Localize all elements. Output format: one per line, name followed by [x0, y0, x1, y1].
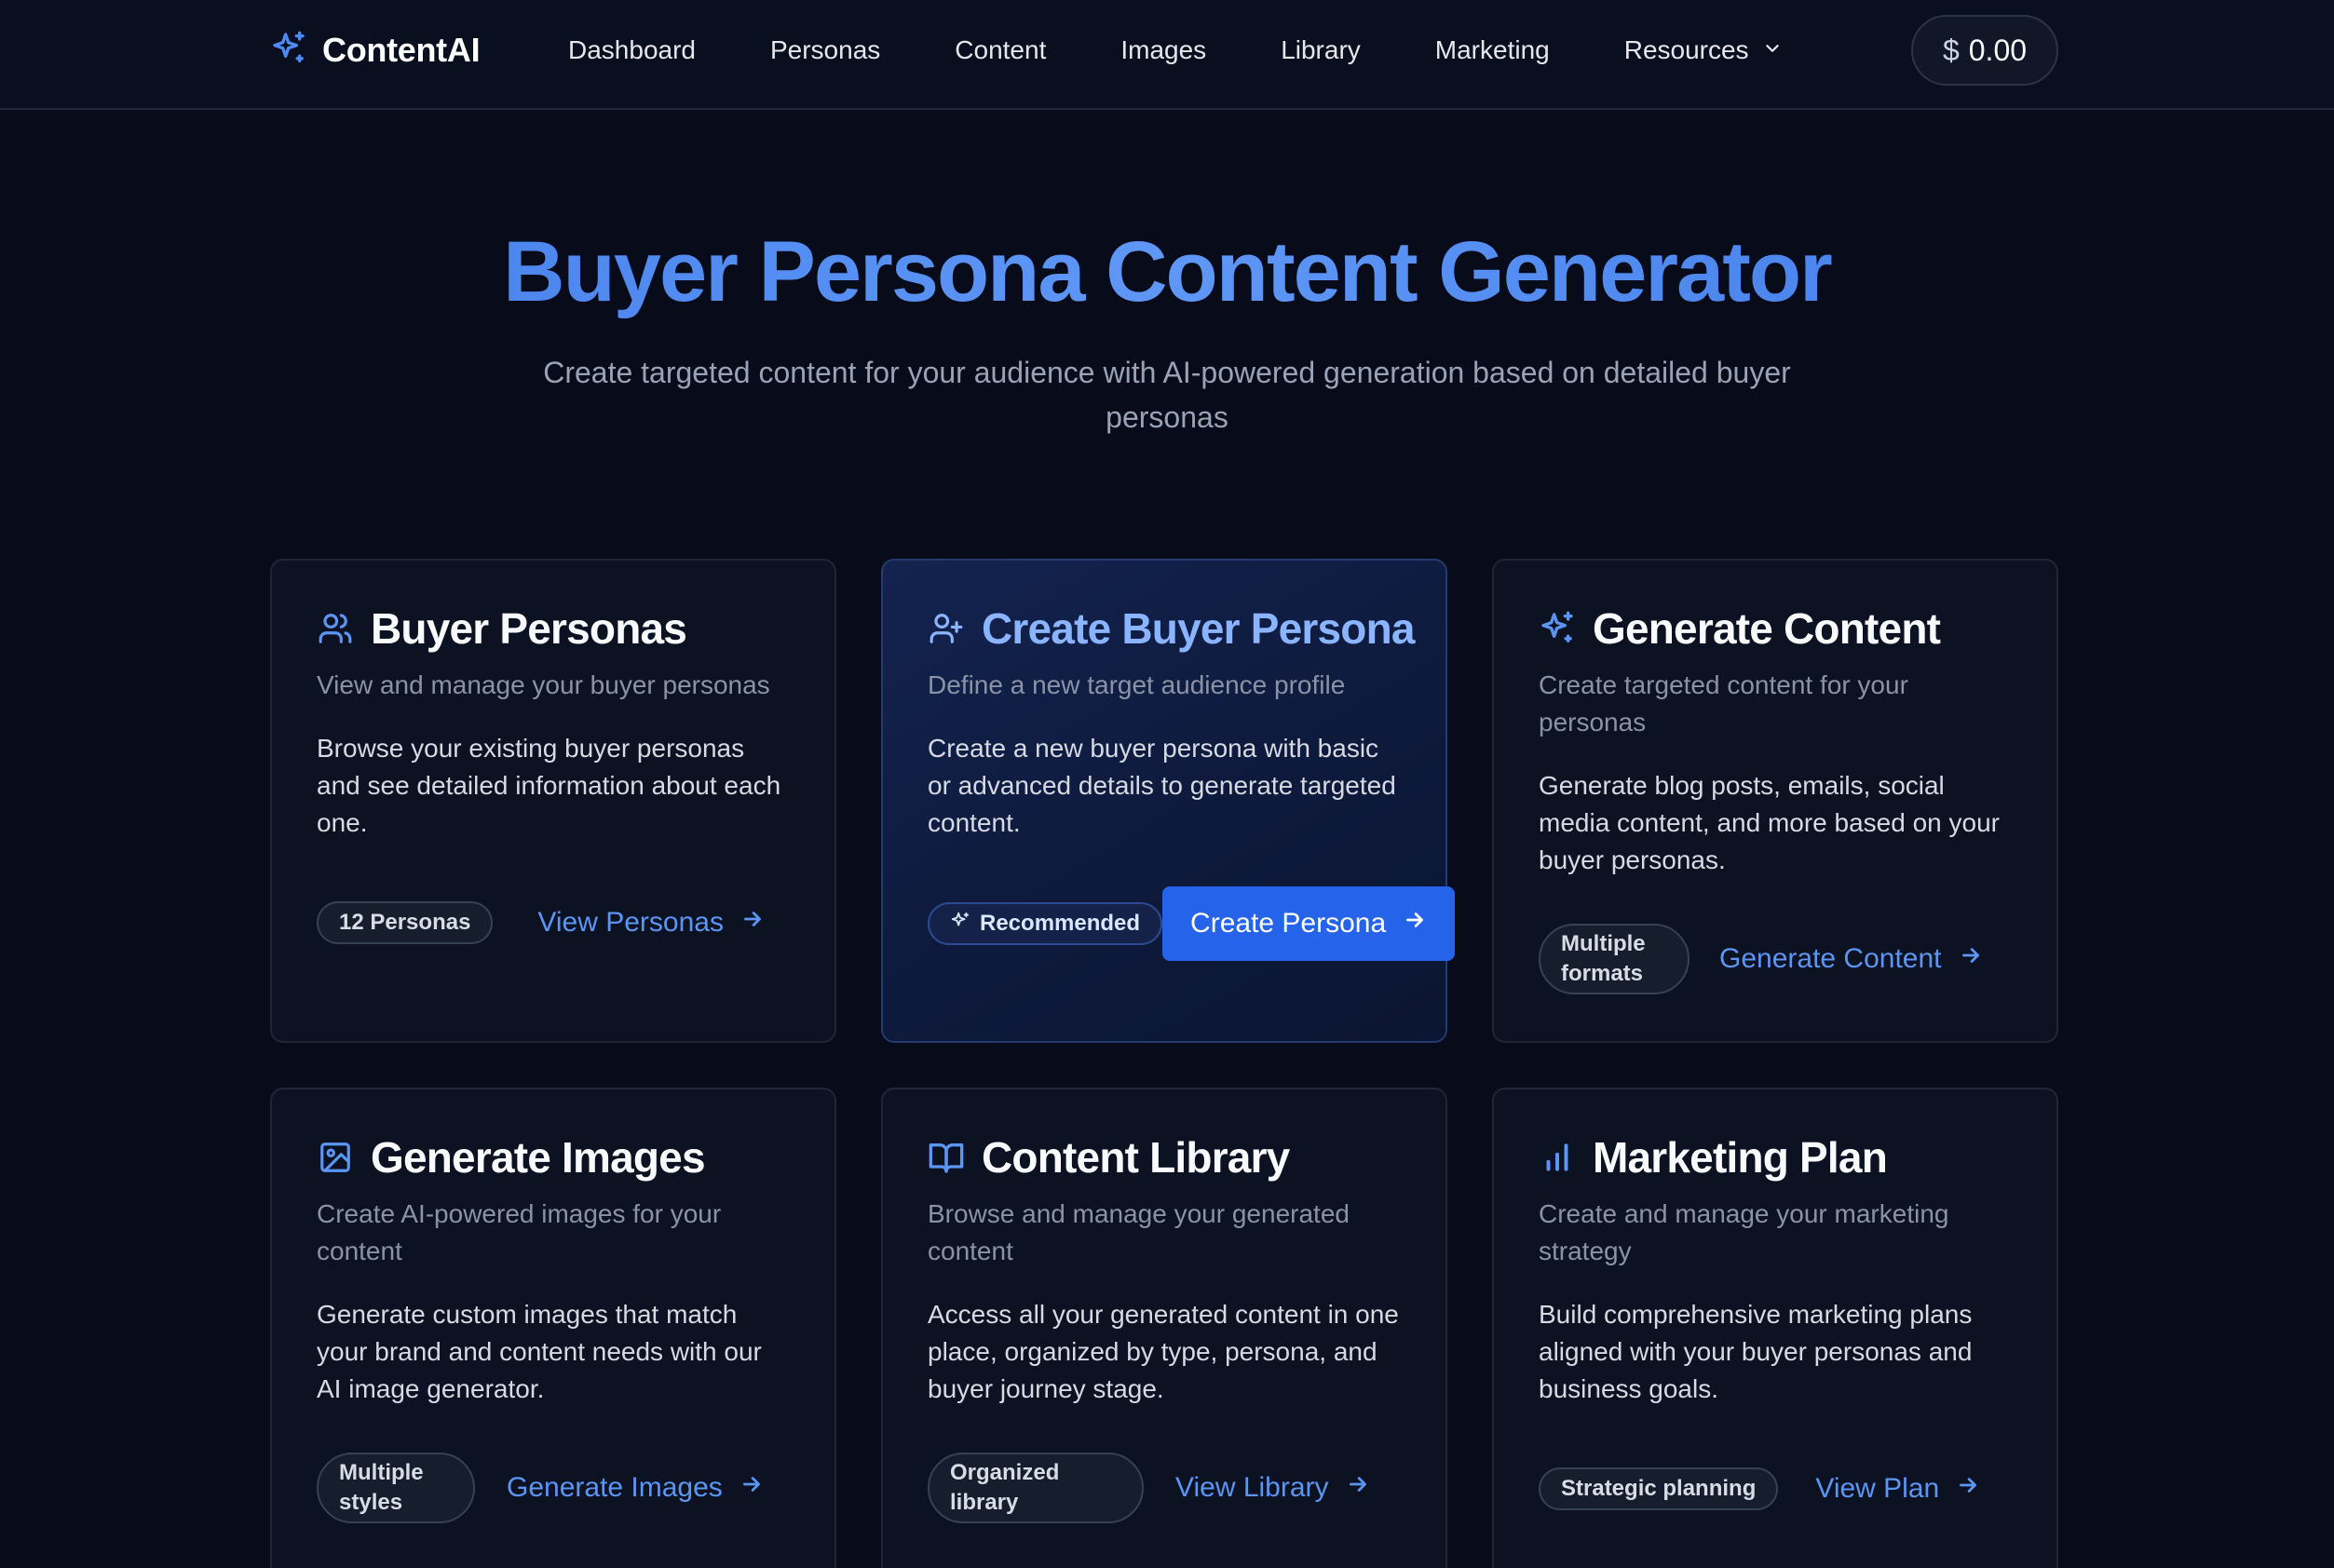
- generate-content-link[interactable]: Generate Content: [1719, 943, 1983, 975]
- card-subtitle: Create AI-powered images for your conten…: [317, 1199, 722, 1265]
- link-label: View Plan: [1815, 1473, 1940, 1504]
- card-subtitle: View and manage your buyer personas: [317, 670, 770, 699]
- view-library-link[interactable]: View Library: [1175, 1472, 1370, 1504]
- create-persona-button[interactable]: Create Persona: [1162, 886, 1456, 961]
- card-description: Browse your existing buyer personas and …: [317, 734, 781, 837]
- book-open-icon: [928, 1139, 965, 1176]
- card-subtitle: Create and manage your marketing strateg…: [1539, 1199, 1949, 1265]
- nav-resources-label: Resources: [1623, 35, 1749, 64]
- link-label: Generate Content: [1719, 943, 1942, 974]
- brand-logo[interactable]: ContentAI: [270, 28, 481, 73]
- button-label: Create Persona: [1190, 908, 1387, 939]
- badge-label: Recommended: [980, 911, 1141, 936]
- nav-images[interactable]: Images: [1120, 35, 1206, 65]
- card-description: Create a new buyer persona with basic or…: [928, 734, 1396, 837]
- card-create-buyer-persona: Create Buyer Persona Define a new target…: [881, 559, 1456, 1043]
- page-title: Buyer Persona Content Generator: [0, 223, 2334, 321]
- card-description: Access all your generated content in one…: [928, 1300, 1399, 1403]
- recommended-badge: Recommended: [928, 902, 1163, 945]
- bar-chart-icon: [1539, 1139, 1576, 1176]
- sparkles-icon: [950, 911, 970, 938]
- planning-badge: Strategic planning: [1539, 1467, 1779, 1510]
- arrow-right-icon: [740, 907, 765, 939]
- generate-images-link[interactable]: Generate Images: [507, 1472, 764, 1504]
- dollar-icon: $: [1942, 33, 1960, 67]
- personas-count-badge: 12 Personas: [317, 901, 494, 944]
- brand-name: ContentAI: [322, 31, 481, 69]
- card-description: Build comprehensive marketing plans alig…: [1539, 1300, 1973, 1403]
- arrow-right-icon: [1959, 943, 1983, 975]
- nav-personas[interactable]: Personas: [770, 35, 880, 65]
- card-subtitle: Define a new target audience profile: [928, 670, 1346, 699]
- nav-library[interactable]: Library: [1281, 35, 1361, 65]
- card-title: Generate Content: [1593, 604, 1941, 653]
- image-icon: [317, 1139, 354, 1176]
- link-label: View Library: [1175, 1472, 1329, 1503]
- view-personas-link[interactable]: View Personas: [537, 907, 765, 939]
- users-icon: [317, 610, 354, 647]
- card-title: Content Library: [982, 1133, 1290, 1182]
- nav-content[interactable]: Content: [955, 35, 1046, 65]
- arrow-right-icon: [1346, 1472, 1370, 1504]
- nav-dashboard[interactable]: Dashboard: [568, 35, 696, 65]
- card-description: Generate custom images that match your b…: [317, 1300, 762, 1403]
- card-generate-content: Generate Content Create targeted content…: [1492, 559, 2058, 1043]
- card-content-library: Content Library Browse and manage your g…: [881, 1088, 1447, 1568]
- link-label: Generate Images: [507, 1472, 723, 1503]
- card-description: Generate blog posts, emails, social medi…: [1539, 771, 2000, 874]
- arrow-right-icon: [740, 1472, 764, 1504]
- page-subtitle: Create targeted content for your audienc…: [543, 356, 1791, 434]
- view-plan-link[interactable]: View Plan: [1815, 1473, 1980, 1505]
- user-plus-icon: [928, 610, 965, 647]
- library-badge: Organized library: [928, 1453, 1144, 1523]
- card-buyer-personas: Buyer Personas View and manage your buye…: [270, 559, 836, 1043]
- sparkles-logo-icon: [270, 30, 307, 72]
- balance-button[interactable]: $ 0.00: [1911, 15, 2058, 86]
- nav-marketing[interactable]: Marketing: [1435, 35, 1550, 65]
- styles-badge: Multiple styles: [317, 1453, 475, 1523]
- card-title: Generate Images: [371, 1133, 706, 1182]
- chevron-down-icon: [1762, 35, 1783, 65]
- balance-amount: 0.00: [1968, 33, 2028, 67]
- card-subtitle: Browse and manage your generated content: [928, 1199, 1350, 1265]
- card-marketing-plan: Marketing Plan Create and manage your ma…: [1492, 1088, 2058, 1568]
- arrow-right-icon: [1956, 1473, 1980, 1505]
- formats-badge: Multiple formats: [1539, 924, 1689, 994]
- card-subtitle: Create targeted content for your persona…: [1539, 670, 1908, 737]
- card-generate-images: Generate Images Create AI-powered images…: [270, 1088, 836, 1568]
- card-title: Marketing Plan: [1593, 1133, 1888, 1182]
- sparkles-icon: [1539, 610, 1576, 647]
- top-navbar: ContentAI Dashboard Personas Content Ima…: [0, 0, 2334, 110]
- nav-resources-dropdown[interactable]: Resources: [1624, 35, 1783, 65]
- arrow-right-icon: [1403, 908, 1427, 939]
- card-title: Create Buyer Persona: [982, 604, 1415, 653]
- card-title: Buyer Personas: [371, 604, 687, 653]
- link-label: View Personas: [537, 907, 724, 938]
- main-nav: Dashboard Personas Content Images Librar…: [568, 28, 1783, 73]
